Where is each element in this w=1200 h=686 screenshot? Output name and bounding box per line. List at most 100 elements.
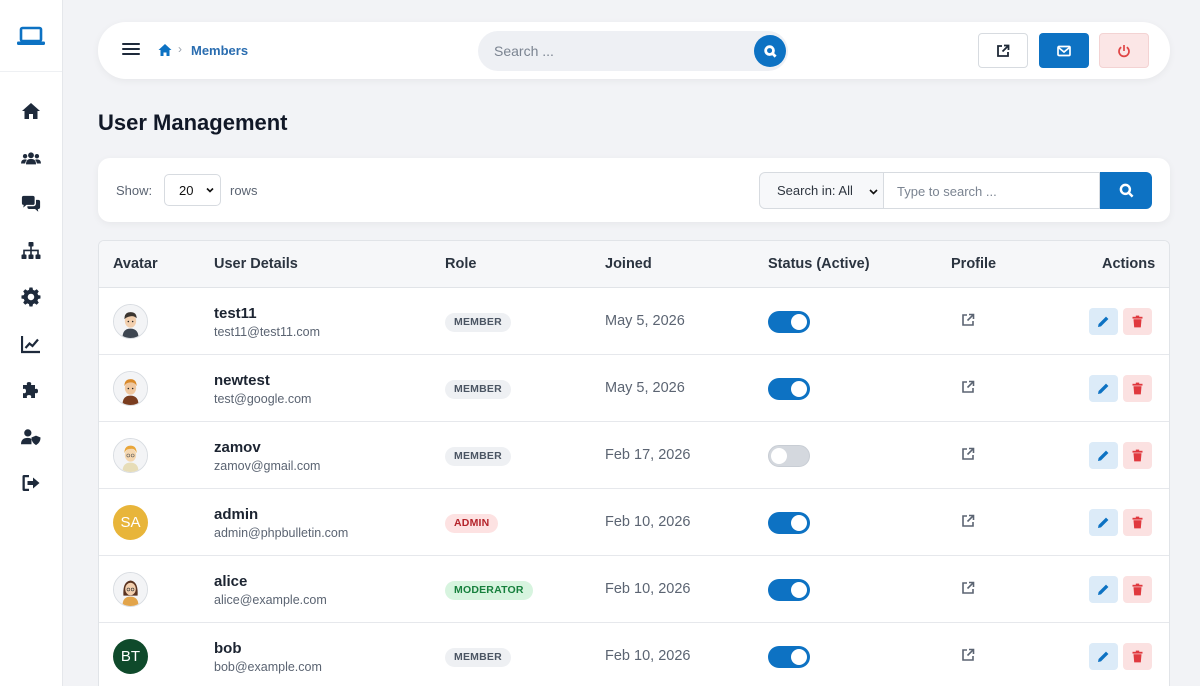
menu-toggle-icon[interactable] [122, 40, 140, 60]
status-toggle[interactable] [768, 378, 810, 400]
header-status: Status (Active) [768, 256, 870, 272]
profile-link[interactable] [961, 514, 977, 530]
table-row: BT bob bob@example.com MEMBER Feb 10, 20… [99, 623, 1169, 686]
status-toggle[interactable] [768, 512, 810, 534]
users-icon [21, 152, 41, 165]
sidebar-nav [0, 72, 62, 507]
delete-user-button[interactable] [1123, 308, 1152, 335]
messages-button[interactable] [1039, 33, 1089, 68]
user-shield-icon [21, 429, 41, 445]
user-name[interactable]: test11 [214, 305, 257, 322]
home-icon [22, 103, 40, 120]
profile-link[interactable] [961, 648, 977, 664]
delete-user-button[interactable] [1123, 576, 1152, 603]
edit-user-button[interactable] [1089, 442, 1118, 469]
chevron-down-icon [869, 189, 878, 195]
envelope-icon [1057, 45, 1071, 56]
external-link-icon [962, 380, 975, 393]
top-bar: › Members [98, 22, 1170, 79]
external-link-icon [997, 44, 1010, 57]
open-site-button[interactable] [978, 33, 1028, 68]
table-header: Avatar User Details Role Joined Status (… [99, 241, 1169, 288]
table-row: test11 test11@test11.com MEMBER May 5, 2… [99, 288, 1169, 355]
sidebar-item-logout[interactable] [0, 460, 63, 507]
profile-link[interactable] [961, 313, 977, 329]
pencil-icon [1098, 651, 1109, 662]
edit-user-button[interactable] [1089, 576, 1118, 603]
users-table: Avatar User Details Role Joined Status (… [98, 240, 1170, 686]
user-email: test11@test11.com [214, 325, 321, 339]
global-search-input[interactable] [494, 41, 734, 61]
status-toggle[interactable] [768, 445, 810, 467]
global-search-button[interactable] [754, 35, 786, 67]
profile-link[interactable] [961, 447, 977, 463]
edit-user-button[interactable] [1089, 308, 1118, 335]
role-badge: MEMBER [445, 447, 511, 466]
edit-user-button[interactable] [1089, 375, 1118, 402]
table-controls: Show: 20 rows Search in: All [98, 158, 1170, 222]
sidebar-item-structure[interactable] [0, 228, 63, 275]
search-icon [1119, 183, 1133, 198]
user-name[interactable]: bob [214, 640, 242, 657]
profile-link[interactable] [961, 380, 977, 396]
search-scope-value: Search in: All [777, 183, 853, 198]
status-toggle[interactable] [768, 311, 810, 333]
external-link-icon [962, 447, 975, 460]
sidebar-item-plugins[interactable] [0, 367, 63, 414]
table-search-input[interactable] [897, 182, 1087, 200]
sidebar-item-home[interactable] [0, 88, 63, 135]
sidebar-item-settings[interactable] [0, 274, 63, 321]
user-email: zamov@gmail.com [214, 459, 321, 473]
delete-user-button[interactable] [1123, 442, 1152, 469]
trash-icon [1132, 315, 1143, 328]
avatar-initials: BT [120, 648, 141, 665]
avatar: BT [113, 639, 148, 674]
rows-per-page-select[interactable]: 20 [164, 174, 221, 206]
user-name[interactable]: zamov [214, 439, 261, 456]
joined-date: Feb 10, 2026 [605, 648, 691, 664]
header-role: Role [445, 256, 477, 272]
trash-icon [1132, 583, 1143, 596]
page-title: User Management [98, 110, 288, 135]
external-link-icon [962, 313, 975, 326]
joined-date: Feb 17, 2026 [605, 447, 691, 463]
global-search [478, 31, 788, 71]
role-badge: MEMBER [445, 380, 511, 399]
user-email: alice@example.com [214, 593, 327, 607]
header-avatar: Avatar [113, 256, 158, 272]
pencil-icon [1098, 450, 1109, 461]
sidebar-item-messages[interactable] [0, 181, 63, 228]
status-toggle[interactable] [768, 579, 810, 601]
table-search [884, 172, 1100, 209]
table-search-button[interactable] [1100, 172, 1152, 209]
header-actions: Actions [1102, 256, 1156, 272]
delete-user-button[interactable] [1123, 375, 1152, 402]
breadcrumb-current[interactable]: Members [191, 43, 248, 58]
avatar [113, 371, 148, 406]
profile-link[interactable] [961, 581, 977, 597]
sidebar-item-user-permissions[interactable] [0, 414, 63, 461]
table-row: alice alice@example.com MODERATOR Feb 10… [99, 556, 1169, 623]
user-name[interactable]: newtest [214, 372, 270, 389]
gear-icon [21, 287, 41, 307]
joined-date: May 5, 2026 [605, 313, 685, 329]
user-email: test@google.com [214, 392, 312, 406]
search-scope-select[interactable]: Search in: All [759, 172, 884, 209]
edit-user-button[interactable] [1089, 643, 1118, 670]
sidebar-item-analytics[interactable] [0, 321, 63, 368]
logout-button[interactable] [1099, 33, 1149, 68]
status-toggle[interactable] [768, 646, 810, 668]
user-name[interactable]: alice [214, 573, 247, 590]
delete-user-button[interactable] [1123, 643, 1152, 670]
edit-user-button[interactable] [1089, 509, 1118, 536]
user-name[interactable]: admin [214, 506, 258, 523]
sidebar-item-users[interactable] [0, 135, 63, 182]
breadcrumb-home-icon[interactable] [158, 43, 172, 57]
delete-user-button[interactable] [1123, 509, 1152, 536]
external-link-icon [962, 581, 975, 594]
avatar: SA [113, 505, 148, 540]
chart-line-icon [21, 335, 40, 353]
show-label: Show: [116, 183, 153, 198]
pencil-icon [1098, 383, 1109, 394]
brand-logo[interactable] [0, 0, 62, 72]
